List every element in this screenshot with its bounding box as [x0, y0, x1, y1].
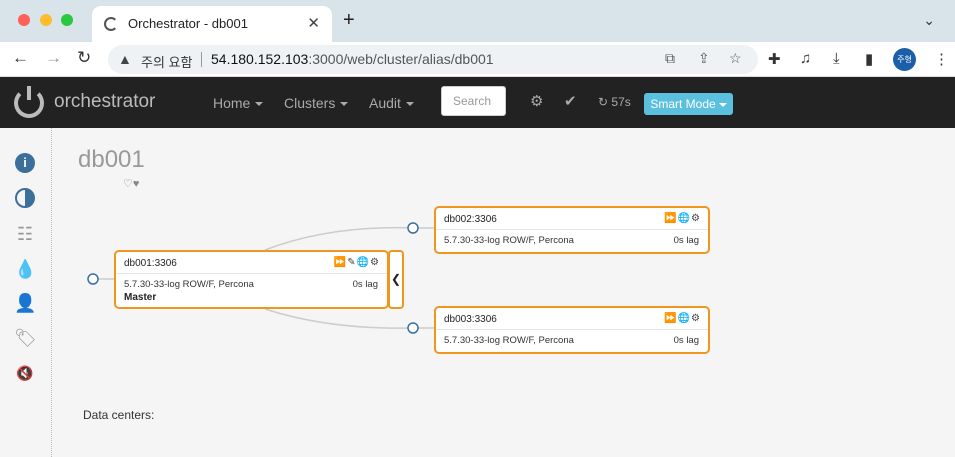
instance-node-master[interactable]: db001:3306 ⏩✎🌐⚙ 5.7.30-33-log ROW/F, Per… — [114, 250, 389, 309]
node-name: db001:3306 — [124, 258, 177, 269]
node-body: 5.7.30-33-log ROW/F, Percona 0s lag — [436, 230, 708, 251]
node-header: db003:3306 ⏩🌐⚙ — [436, 308, 708, 330]
instance-node-replica[interactable]: db002:3306 ⏩🌐⚙ 5.7.30-33-log ROW/F, Perc… — [434, 206, 710, 254]
node-tools[interactable]: ⏩🌐⚙ — [664, 213, 701, 224]
node-body: 5.7.30-33-log ROW/F, Percona 0s lag Mast… — [116, 274, 387, 308]
node-header: db001:3306 ⏩✎🌐⚙ — [116, 252, 387, 274]
collapse-replicas-button[interactable]: ❮ — [388, 250, 404, 309]
replication-link — [264, 226, 414, 251]
node-role: Master — [124, 292, 157, 303]
node-version: 5.7.30-33-log ROW/F, Percona — [124, 279, 254, 290]
node-name: db003:3306 — [444, 314, 497, 325]
node-lag: 0s lag — [352, 279, 378, 290]
node-lag: 0s lag — [673, 235, 699, 246]
replication-link — [264, 308, 414, 329]
drop-target-circle[interactable] — [407, 222, 419, 234]
data-centers-label: Data centers: — [83, 408, 155, 422]
instance-node-replica[interactable]: db003:3306 ⏩🌐⚙ 5.7.30-33-log ROW/F, Perc… — [434, 306, 710, 354]
node-body: 5.7.30-33-log ROW/F, Percona 0s lag — [436, 330, 708, 351]
node-version: 5.7.30-33-log ROW/F, Percona — [444, 335, 574, 346]
drop-target-circle[interactable] — [407, 322, 419, 334]
node-tools[interactable]: ⏩🌐⚙ — [664, 313, 701, 324]
node-header: db002:3306 ⏩🌐⚙ — [436, 208, 708, 230]
node-name: db002:3306 — [444, 214, 497, 225]
node-lag: 0s lag — [673, 335, 699, 346]
node-version: 5.7.30-33-log ROW/F, Percona — [444, 235, 574, 246]
node-tools[interactable]: ⏩✎🌐⚙ — [334, 257, 380, 268]
drop-target-circle[interactable] — [87, 273, 99, 285]
